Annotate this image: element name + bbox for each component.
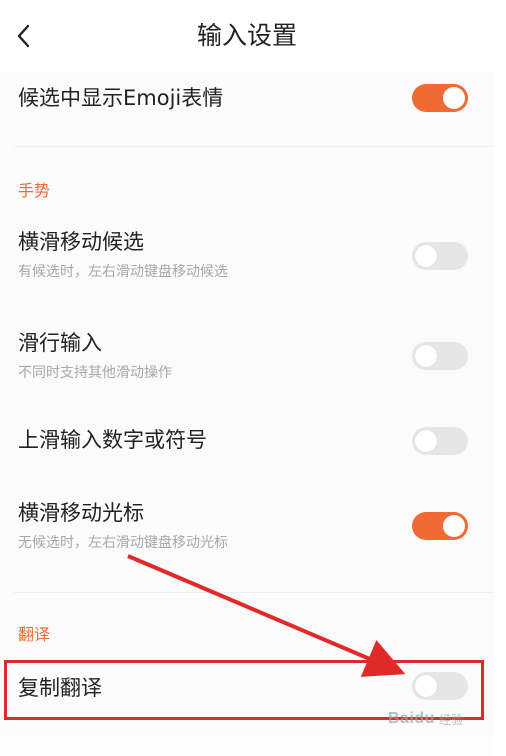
setting-subtitle: 有候选时，左右滑动键盘移动候选 bbox=[18, 264, 228, 280]
toggle-knob bbox=[415, 245, 437, 267]
setting-row-swipe-up-symbols[interactable]: 上滑输入数字或符号 bbox=[0, 418, 494, 468]
emoji-toggle[interactable] bbox=[412, 84, 468, 112]
watermark-logo: Baidu 经验 bbox=[388, 704, 492, 734]
setting-row-emoji[interactable]: 候选中显示Emoji表情 bbox=[0, 72, 494, 146]
setting-row-glide-input[interactable]: 滑行输入 不同时支持其他滑动操作 bbox=[0, 320, 494, 392]
divider bbox=[14, 592, 494, 593]
settings-screen: 输入设置 候选中显示Emoji表情 手势 横滑移动候选 有候选时，左右滑动键盘移… bbox=[0, 0, 506, 756]
swipe-candidates-toggle[interactable] bbox=[412, 242, 468, 270]
setting-title: 横滑移动光标 bbox=[18, 501, 144, 525]
watermark-text: Baidu bbox=[388, 710, 435, 727]
toggle-knob bbox=[415, 345, 437, 367]
toggle-knob bbox=[415, 430, 437, 452]
section-label-gestures: 手势 bbox=[18, 181, 51, 200]
swipe-cursor-toggle[interactable] bbox=[412, 512, 468, 540]
setting-title: 横滑移动候选 bbox=[18, 230, 144, 254]
page-title: 输入设置 bbox=[196, 21, 297, 50]
setting-title: 复制翻译 bbox=[18, 676, 102, 700]
copy-translate-toggle[interactable] bbox=[412, 672, 468, 700]
setting-title: 滑行输入 bbox=[18, 331, 102, 355]
toggle-knob bbox=[443, 87, 465, 109]
watermark-subtext: 经验 bbox=[438, 712, 463, 727]
setting-title: 候选中显示Emoji表情 bbox=[18, 86, 224, 110]
setting-subtitle: 不同时支持其他滑动操作 bbox=[18, 365, 172, 381]
setting-subtitle: 无候选时，左右滑动键盘移动光标 bbox=[18, 535, 228, 551]
bottom-area bbox=[0, 736, 506, 756]
toggle-knob bbox=[443, 515, 465, 537]
toggle-knob bbox=[415, 675, 437, 697]
divider bbox=[14, 146, 494, 147]
section-label-translation: 翻译 bbox=[18, 625, 51, 644]
setting-title: 上滑输入数字或符号 bbox=[18, 428, 207, 452]
glide-input-toggle[interactable] bbox=[412, 342, 468, 370]
setting-row-swipe-cursor[interactable]: 横滑移动光标 无候选时，左右滑动键盘移动光标 bbox=[0, 492, 494, 568]
header-bar: 输入设置 bbox=[0, 0, 494, 72]
swipe-up-symbols-toggle[interactable] bbox=[412, 427, 468, 455]
right-edge bbox=[494, 0, 506, 756]
setting-row-swipe-candidates[interactable]: 横滑移动候选 有候选时，左右滑动键盘移动候选 bbox=[0, 220, 494, 296]
